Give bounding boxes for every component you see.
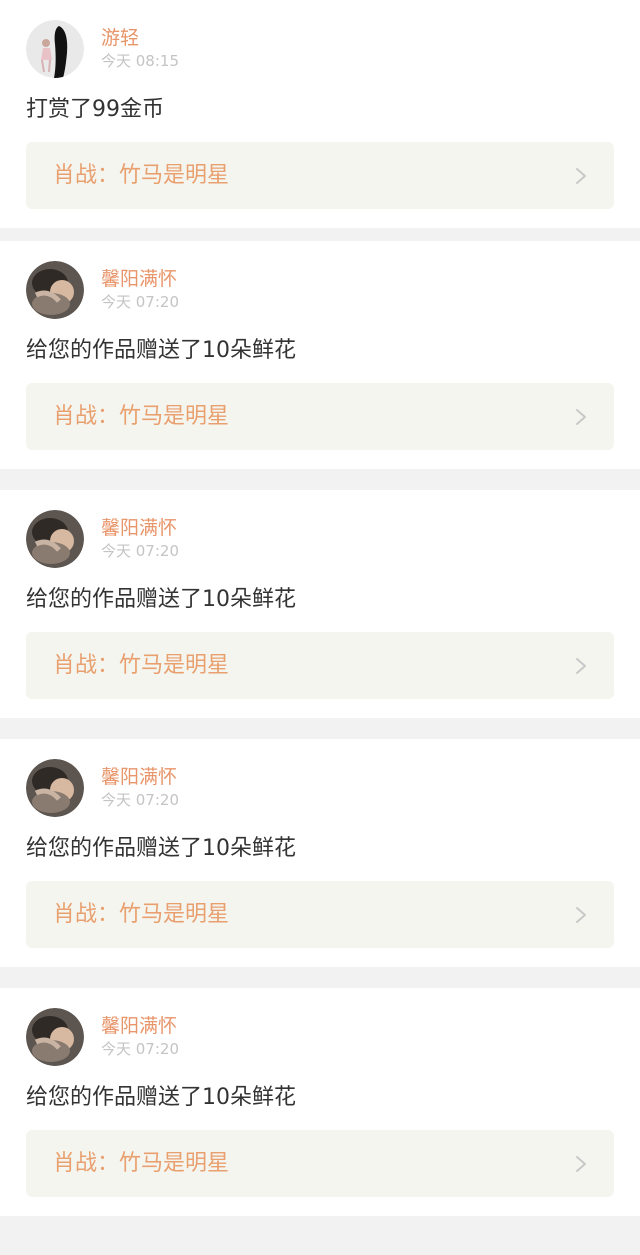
timestamp: 今天 07:20 (101, 1040, 179, 1058)
notification-message: 给您的作品赠送了10朵鲜花 (26, 338, 296, 363)
username[interactable]: 馨阳满怀 (101, 766, 177, 788)
chevron-right-icon (576, 168, 586, 184)
work-link[interactable]: 肖战：竹马是明星 (26, 383, 614, 450)
photo-avatar[interactable] (26, 261, 84, 319)
photo-avatar[interactable] (26, 510, 84, 568)
work-link[interactable]: 肖战：竹马是明星 (26, 881, 614, 948)
photo-avatar[interactable] (26, 1008, 84, 1066)
work-title: 肖战：竹马是明星 (53, 404, 230, 429)
work-link[interactable]: 肖战：竹马是明星 (26, 1130, 614, 1197)
username[interactable]: 馨阳满怀 (101, 268, 177, 290)
notification-message: 给您的作品赠送了10朵鲜花 (26, 1085, 296, 1110)
notification-card: 馨阳满怀 今天 07:20 给您的作品赠送了10朵鲜花 肖战：竹马是明星 (0, 241, 640, 469)
notification-card: 馨阳满怀 今天 07:20 给您的作品赠送了10朵鲜花 肖战：竹马是明星 (0, 739, 640, 967)
chevron-right-icon (576, 658, 586, 674)
chevron-right-icon (576, 409, 586, 425)
notification-message: 打赏了99金币 (26, 97, 164, 122)
work-title: 肖战：竹马是明星 (53, 902, 230, 927)
girl-figure-avatar[interactable] (26, 20, 84, 78)
timestamp: 今天 07:20 (101, 542, 179, 560)
timestamp: 今天 07:20 (101, 293, 179, 311)
work-link[interactable]: 肖战：竹马是明星 (26, 142, 614, 209)
work-title: 肖战：竹马是明星 (53, 163, 230, 188)
timestamp: 今天 07:20 (101, 791, 179, 809)
chevron-right-icon (576, 907, 586, 923)
notification-card: 馨阳满怀 今天 07:20 给您的作品赠送了10朵鲜花 肖战：竹马是明星 (0, 490, 640, 718)
notification-card: 馨阳满怀 今天 07:20 给您的作品赠送了10朵鲜花 肖战：竹马是明星 (0, 988, 640, 1216)
notification-card: 游轻 今天 08:15 打赏了99金币 肖战：竹马是明星 (0, 0, 640, 228)
username[interactable]: 馨阳满怀 (101, 517, 177, 539)
chevron-right-icon (576, 1156, 586, 1172)
work-link[interactable]: 肖战：竹马是明星 (26, 632, 614, 699)
username[interactable]: 馨阳满怀 (101, 1015, 177, 1037)
work-title: 肖战：竹马是明星 (53, 653, 230, 678)
photo-avatar[interactable] (26, 759, 84, 817)
timestamp: 今天 08:15 (101, 52, 179, 70)
work-title: 肖战：竹马是明星 (53, 1151, 230, 1176)
username[interactable]: 游轻 (101, 27, 139, 49)
notification-message: 给您的作品赠送了10朵鲜花 (26, 836, 296, 861)
notification-message: 给您的作品赠送了10朵鲜花 (26, 587, 296, 612)
